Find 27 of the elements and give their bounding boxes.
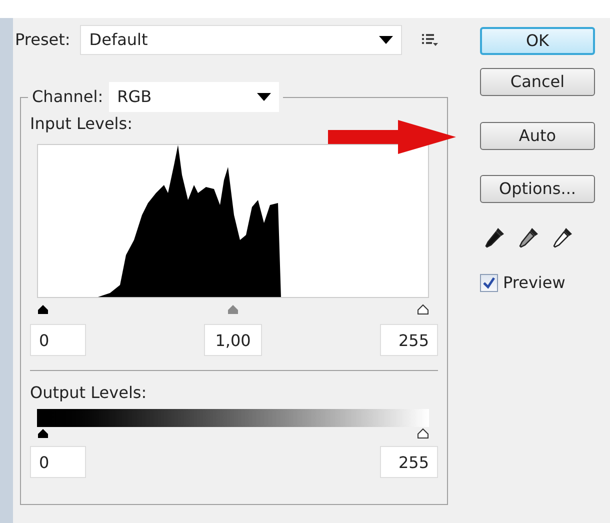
eyedropper-icon[interactable] — [519, 227, 539, 249]
preset-dropdown[interactable]: Default — [80, 25, 402, 55]
output-levels-label: Output Levels: — [30, 383, 147, 402]
preview-checkbox[interactable] — [480, 274, 498, 292]
dialog-button[interactable]: Auto — [480, 122, 595, 150]
slider-thumb[interactable] — [37, 304, 49, 315]
number-field[interactable]: 255 — [380, 324, 438, 356]
number-field[interactable]: 0 — [30, 446, 86, 478]
number-field[interactable]: 1,00 — [204, 324, 262, 356]
eyedropper-icon[interactable] — [553, 227, 573, 249]
channel-dropdown[interactable]: RGB — [109, 82, 280, 112]
slider-thumb[interactable] — [417, 304, 429, 315]
preset-label: Preset: — [15, 29, 70, 51]
channel-label: Channel: — [32, 86, 104, 108]
dialog-button[interactable]: Options... — [480, 175, 595, 203]
number-field[interactable]: 255 — [380, 446, 438, 478]
dropdown-arrow-icon — [379, 36, 394, 44]
number-field[interactable]: 0 — [30, 324, 86, 356]
slider-thumb[interactable] — [227, 304, 239, 315]
input-levels-label: Input Levels: — [30, 114, 132, 133]
ok-button[interactable]: OK — [480, 27, 595, 55]
list-menu-icon[interactable] — [422, 33, 438, 47]
dropdown-arrow-icon — [257, 93, 272, 101]
arrow-icon — [328, 120, 458, 154]
dialog-button[interactable]: Cancel — [480, 68, 595, 96]
preview-label: Preview — [503, 272, 566, 294]
eyedropper-icon[interactable] — [485, 227, 505, 249]
